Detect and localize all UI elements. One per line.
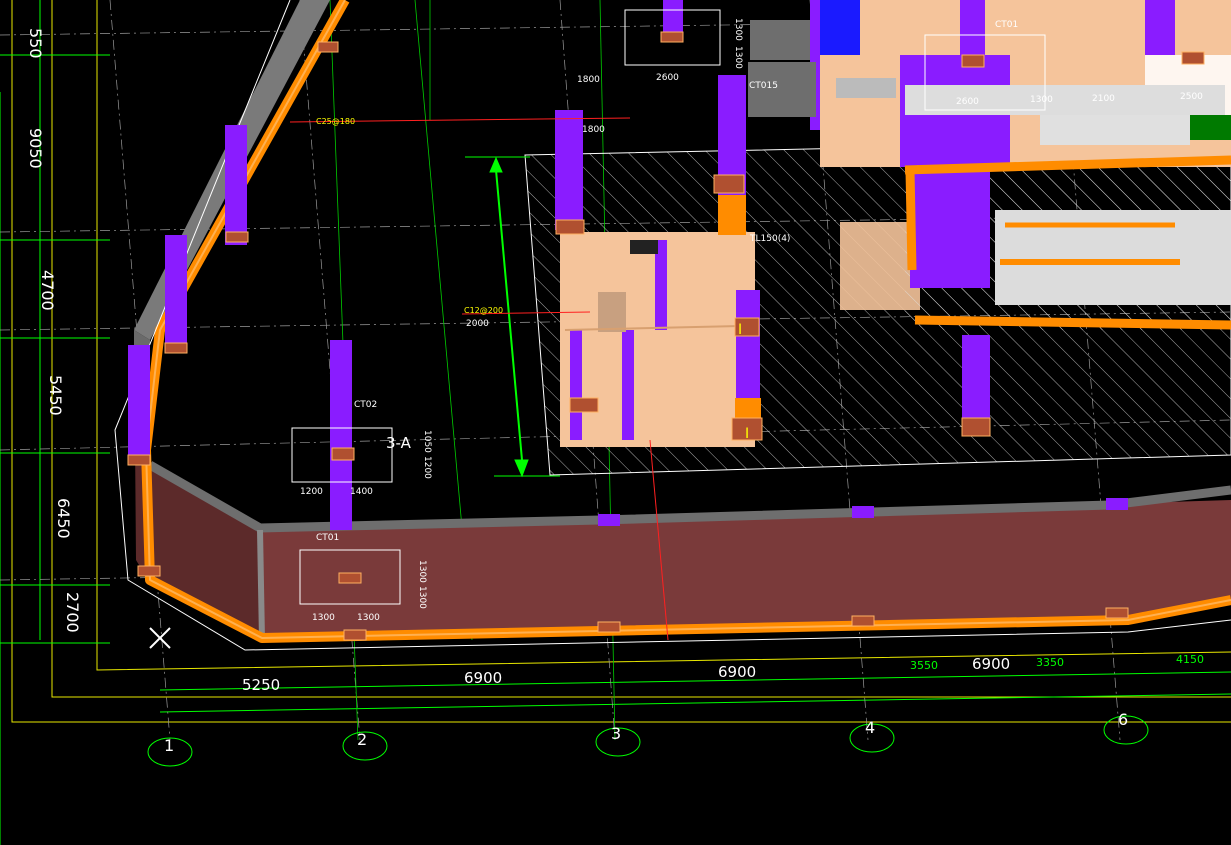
label-ct015: CT015 <box>749 81 778 91</box>
dim-left-550: 550 <box>26 28 45 59</box>
dim-bottom-4150: 4150 <box>1176 653 1204 666</box>
label-dim-2000: 2000 <box>466 319 489 329</box>
label-dim-1300-r: 1300 <box>1030 95 1053 105</box>
dim-bottom-5250: 5250 <box>242 676 280 694</box>
label-slab-1: C25@180 <box>316 117 355 126</box>
label-dim-1200: 1200 <box>300 487 323 497</box>
svg-text:I: I <box>738 322 742 338</box>
label-ct01-lower: CT01 <box>316 533 339 543</box>
dim-bottom-3350: 3350 <box>1036 656 1064 669</box>
label-dim-1300-a: 1300 <box>312 613 335 623</box>
label-dim-1800-top: 1800 <box>577 75 600 85</box>
dim-bottom-6900-a: 6900 <box>464 669 502 687</box>
dim-bottom-6900-b: 6900 <box>718 663 756 681</box>
cad-viewport[interactable]: 5250 6900 6900 6900 3550 3350 4150 550 9… <box>0 0 1231 845</box>
axis-label-2: 2 <box>357 730 367 749</box>
dim-left-5450: 5450 <box>46 375 65 416</box>
label-section-3a: 3-A <box>386 434 412 452</box>
svg-text:I: I <box>745 426 749 442</box>
label-dim-1200-v: 1200 <box>422 456 432 479</box>
label-dim-1050: 1050 <box>422 430 432 453</box>
label-slab-tag: TL150(4) <box>749 234 790 244</box>
axis-label-1: 1 <box>164 736 174 755</box>
dim-left-4700: 4700 <box>38 270 57 311</box>
label-dim-1300-v: 1300 <box>417 560 427 583</box>
label-dim-2600-top: 2600 <box>656 73 679 83</box>
dim-left-6450: 6450 <box>54 498 73 539</box>
label-dim-2500-r: 2500 <box>1180 92 1203 102</box>
label-dim-1300-top-v2: 1300 <box>733 46 743 69</box>
dim-bottom-6900-c: 6900 <box>972 655 1010 673</box>
dim-left-2700: 2700 <box>63 592 82 633</box>
label-ct02: CT02 <box>354 400 377 410</box>
label-dim-1400: 1400 <box>350 487 373 497</box>
label-dim-2600-r: 2600 <box>956 97 979 107</box>
axis-label-3: 3 <box>611 724 621 743</box>
label-dim-1300-top-v: 1300 <box>733 18 743 41</box>
label-ct01-upper: CT01 <box>995 20 1018 30</box>
label-dim-1300-v2: 1300 <box>417 586 427 609</box>
label-dim-1800-mid: 1800 <box>582 125 605 135</box>
dim-bottom-3550: 3550 <box>910 659 938 672</box>
axis-label-6: 6 <box>1118 710 1128 729</box>
axis-label-4: 4 <box>865 718 875 737</box>
dim-left-9050: 9050 <box>26 128 45 169</box>
label-dim-2100-r: 2100 <box>1092 94 1115 104</box>
label-dim-1300-b: 1300 <box>357 613 380 623</box>
label-slab-2: C12@200 <box>464 306 503 315</box>
